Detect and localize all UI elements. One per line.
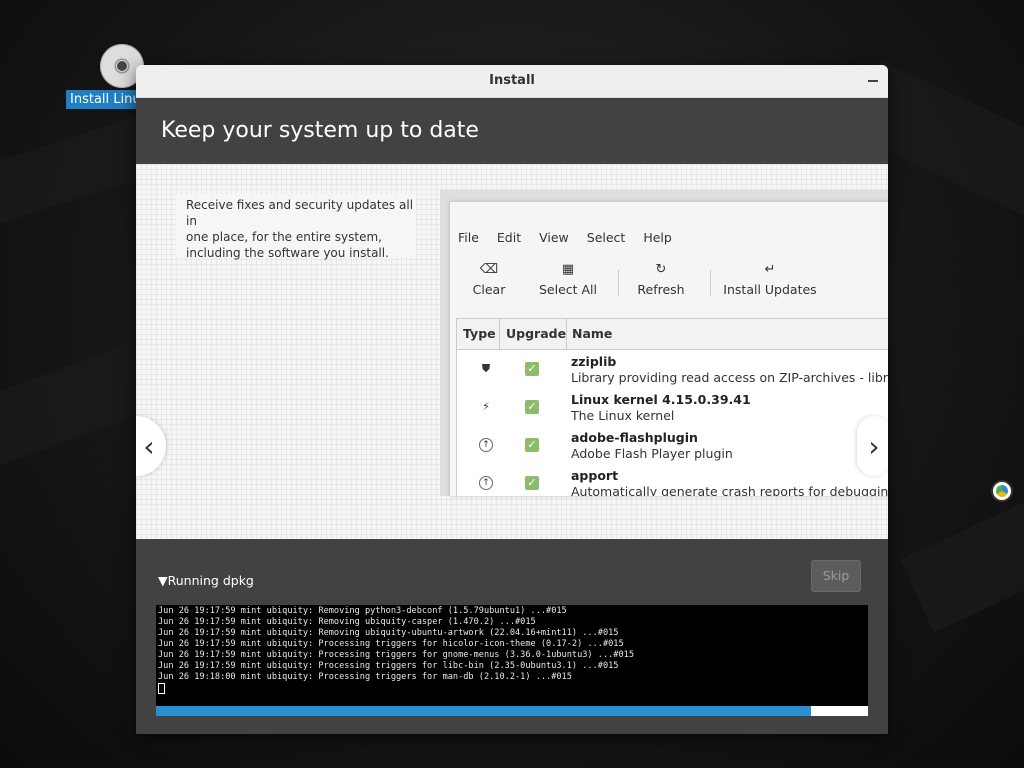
toolbar-label: Refresh: [637, 282, 685, 297]
table-header: Type Upgrade Name: [457, 319, 888, 350]
package-name: Linux kernel 4.15.0.39.41: [571, 392, 751, 407]
checkbox-checked: ✓: [525, 438, 539, 452]
log-line: Jun 26 19:17:59 mint ubiquity: Removing …: [158, 606, 567, 616]
package-name: apport: [571, 468, 619, 483]
column-name: Name: [572, 326, 613, 341]
table-row: ↑ ✓ apport Automatically generate crash …: [457, 464, 888, 496]
expander-label: Running dpkg: [167, 573, 254, 588]
select-all-icon: ▦: [561, 262, 575, 277]
slide-description: Receive fixes and security updates all i…: [176, 194, 416, 260]
kernel-icon: ⚡: [482, 400, 490, 413]
toolbar-clear: ⌫ Clear: [468, 262, 510, 297]
table-row: ⛊ ✓ zziplib Library providing read acces…: [457, 350, 888, 388]
clear-icon: ⌫: [479, 262, 499, 277]
description-line: including the software you install.: [186, 246, 389, 260]
menu-bar: File Edit View Select Help: [450, 230, 678, 245]
installer-window: Install Keep your system up to date Rece…: [136, 65, 888, 734]
slide-screenshot: File Edit View Select Help ⌫ Clear ▦ Sel…: [440, 190, 888, 496]
toolbar-separator: [618, 270, 619, 296]
package-name: adobe-flashplugin: [571, 430, 698, 445]
package-description: The Linux kernel: [571, 408, 675, 423]
log-line: Jun 26 19:18:00 mint ubiquity: Processin…: [158, 672, 572, 682]
desktop-icon-label: Install Linux Mint: [66, 90, 136, 109]
upgrade-icon: ↑: [479, 476, 493, 490]
column-type: Type: [463, 326, 496, 341]
install-log: Jun 26 19:17:59 mint ubiquity: Removing …: [156, 605, 868, 706]
shield-icon: ⛊: [481, 362, 491, 375]
table-row: ↑ ✓ adobe-flashplugin Adobe Flash Player…: [457, 426, 888, 464]
chevron-right-icon: ›: [868, 429, 880, 463]
menu-file: File: [458, 230, 479, 245]
toolbar-label: Clear: [472, 282, 506, 297]
previous-slide-button[interactable]: ‹: [136, 416, 166, 476]
system-tray-icon[interactable]: [991, 480, 1013, 502]
install-updates-icon: ↵: [764, 262, 776, 277]
next-slide-button[interactable]: ›: [857, 416, 888, 476]
package-description: Adobe Flash Player plugin: [571, 446, 733, 461]
menu-help: Help: [643, 230, 672, 245]
log-line: Jun 26 19:17:59 mint ubiquity: Processin…: [158, 661, 619, 671]
table-row: ⚡ ✓ Linux kernel 4.15.0.39.41 The Linux …: [457, 388, 888, 426]
window-title: Install: [489, 73, 535, 88]
status-panel: ▼Running dpkg Skip Jun 26 19:17:59 mint …: [136, 539, 888, 734]
toolbar: ⌫ Clear ▦ Select All ↻ Refresh ↵ Install…: [450, 262, 888, 306]
description-line: one place, for the entire system,: [186, 230, 382, 244]
page-title: Keep your system up to date: [161, 118, 479, 143]
update-manager-preview: File Edit View Select Help ⌫ Clear ▦ Sel…: [450, 202, 888, 496]
checkbox-checked: ✓: [525, 476, 539, 490]
page-header: Keep your system up to date: [136, 98, 888, 165]
menu-select: Select: [586, 230, 626, 245]
refresh-icon: ↻: [655, 262, 667, 277]
toolbar-separator: [710, 270, 711, 296]
menu-view: View: [539, 230, 569, 245]
terminal-cursor: [158, 683, 165, 694]
log-line: Jun 26 19:17:59 mint ubiquity: Removing …: [158, 628, 619, 638]
checkbox-checked: ✓: [525, 400, 539, 414]
upgrade-icon: ↑: [479, 438, 493, 452]
description-line: Receive fixes and security updates all i…: [186, 198, 414, 228]
skip-button[interactable]: Skip: [811, 560, 861, 592]
triangle-down-icon: ▼: [158, 573, 168, 588]
toolbar-refresh: ↻ Refresh: [634, 262, 688, 297]
toolbar-select-all: ▦ Select All: [535, 262, 601, 297]
menu-edit: Edit: [496, 230, 522, 245]
title-bar[interactable]: Install: [136, 65, 888, 98]
column-upgrade: Upgrade: [506, 326, 567, 341]
install-progress-bar: [156, 706, 868, 716]
package-description: Library providing read access on ZIP-arc…: [571, 370, 888, 385]
chevron-left-icon: ‹: [143, 429, 155, 463]
package-name: zziplib: [571, 354, 617, 369]
toolbar-label: Select All: [538, 282, 598, 297]
minimize-button[interactable]: [868, 80, 878, 82]
checkbox-checked: ✓: [525, 362, 539, 376]
package-description: Automatically generate crash reports for…: [571, 484, 888, 496]
toolbar-label: Install Updates: [723, 282, 817, 297]
log-line: Jun 26 19:17:59 mint ubiquity: Removing …: [158, 617, 536, 627]
log-line: Jun 26 19:17:59 mint ubiquity: Processin…: [158, 650, 634, 660]
log-line: Jun 26 19:17:59 mint ubiquity: Processin…: [158, 639, 624, 649]
slideshow: Receive fixes and security updates all i…: [136, 164, 888, 539]
progress-fill: [156, 706, 812, 716]
toolbar-install-updates: ↵ Install Updates: [722, 262, 818, 297]
updates-table: Type Upgrade Name ⛊ ✓ zziplib Library pr…: [456, 318, 888, 496]
details-expander[interactable]: ▼Running dpkg: [158, 573, 254, 588]
